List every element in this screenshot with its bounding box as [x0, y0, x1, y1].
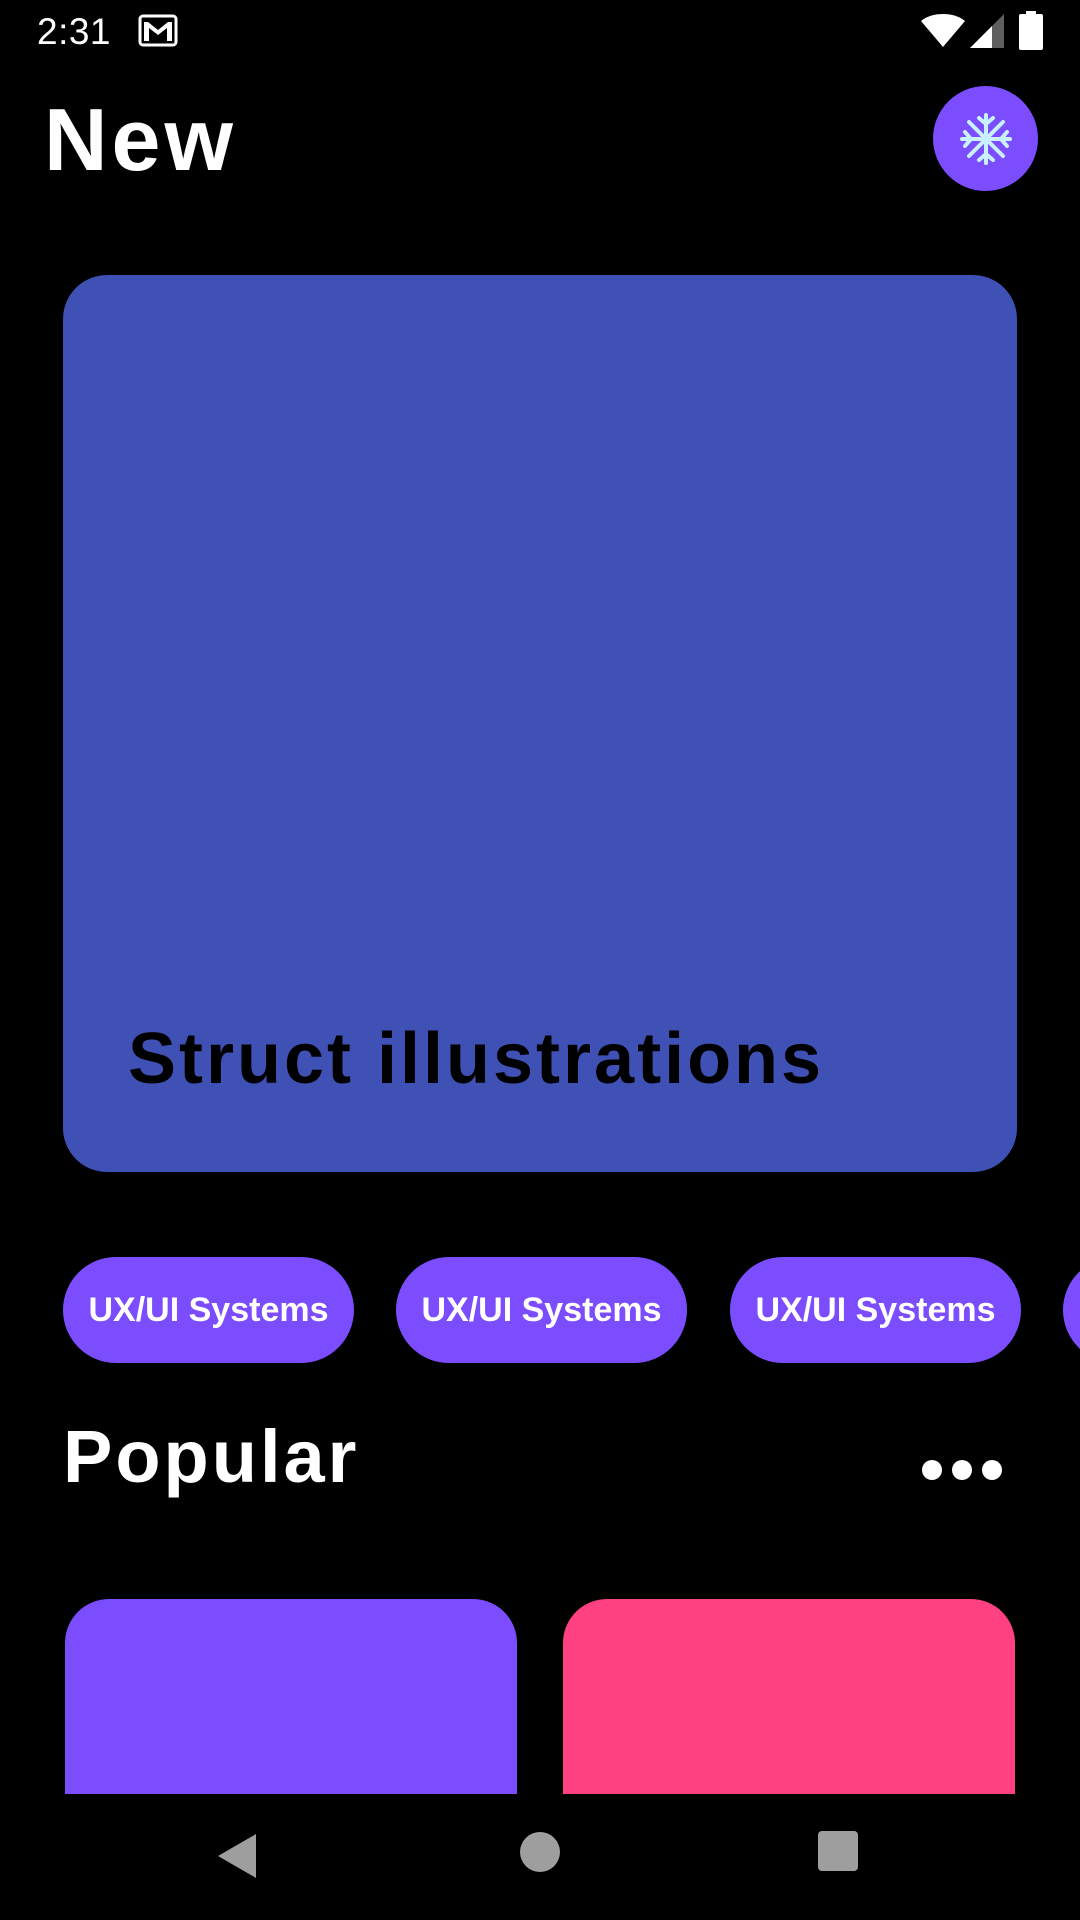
- chip-row[interactable]: UX/UI Systems UX/UI Systems UX/UI System…: [0, 1257, 1080, 1363]
- wifi-icon: [921, 14, 965, 47]
- battery-icon: [1019, 11, 1043, 50]
- more-button[interactable]: [922, 1442, 1002, 1498]
- section-title-popular: Popular: [63, 1415, 360, 1498]
- navigation-bar: [0, 1794, 1080, 1920]
- hero-card[interactable]: Struct illustrations: [63, 275, 1017, 1172]
- chip-ux-ui-systems[interactable]: UX/UI Systems: [730, 1257, 1021, 1363]
- snowflake-icon: [959, 112, 1012, 165]
- home-icon[interactable]: [520, 1832, 560, 1872]
- more-horizontal-icon: [982, 1460, 1002, 1480]
- popular-card[interactable]: [563, 1599, 1015, 1794]
- chip-partial[interactable]: [1063, 1257, 1080, 1363]
- chip-ux-ui-systems[interactable]: UX/UI Systems: [63, 1257, 354, 1363]
- page-title: New: [44, 90, 237, 189]
- more-horizontal-icon: [952, 1460, 972, 1480]
- gmail-icon: [138, 14, 178, 47]
- screen: 2:31 New Struct illustrations UX/UI Syst…: [0, 0, 1080, 1920]
- hero-title: Struct illustrations: [128, 1019, 825, 1099]
- snowflake-action-button[interactable]: [933, 86, 1038, 191]
- status-time: 2:31: [37, 11, 112, 52]
- back-icon[interactable]: [216, 1832, 260, 1880]
- popular-card[interactable]: [65, 1599, 517, 1794]
- more-horizontal-icon: [922, 1460, 942, 1480]
- recents-icon[interactable]: [818, 1831, 858, 1871]
- chip-ux-ui-systems[interactable]: UX/UI Systems: [396, 1257, 687, 1363]
- status-bar: 2:31: [0, 0, 1080, 63]
- signal-icon: [970, 14, 1004, 48]
